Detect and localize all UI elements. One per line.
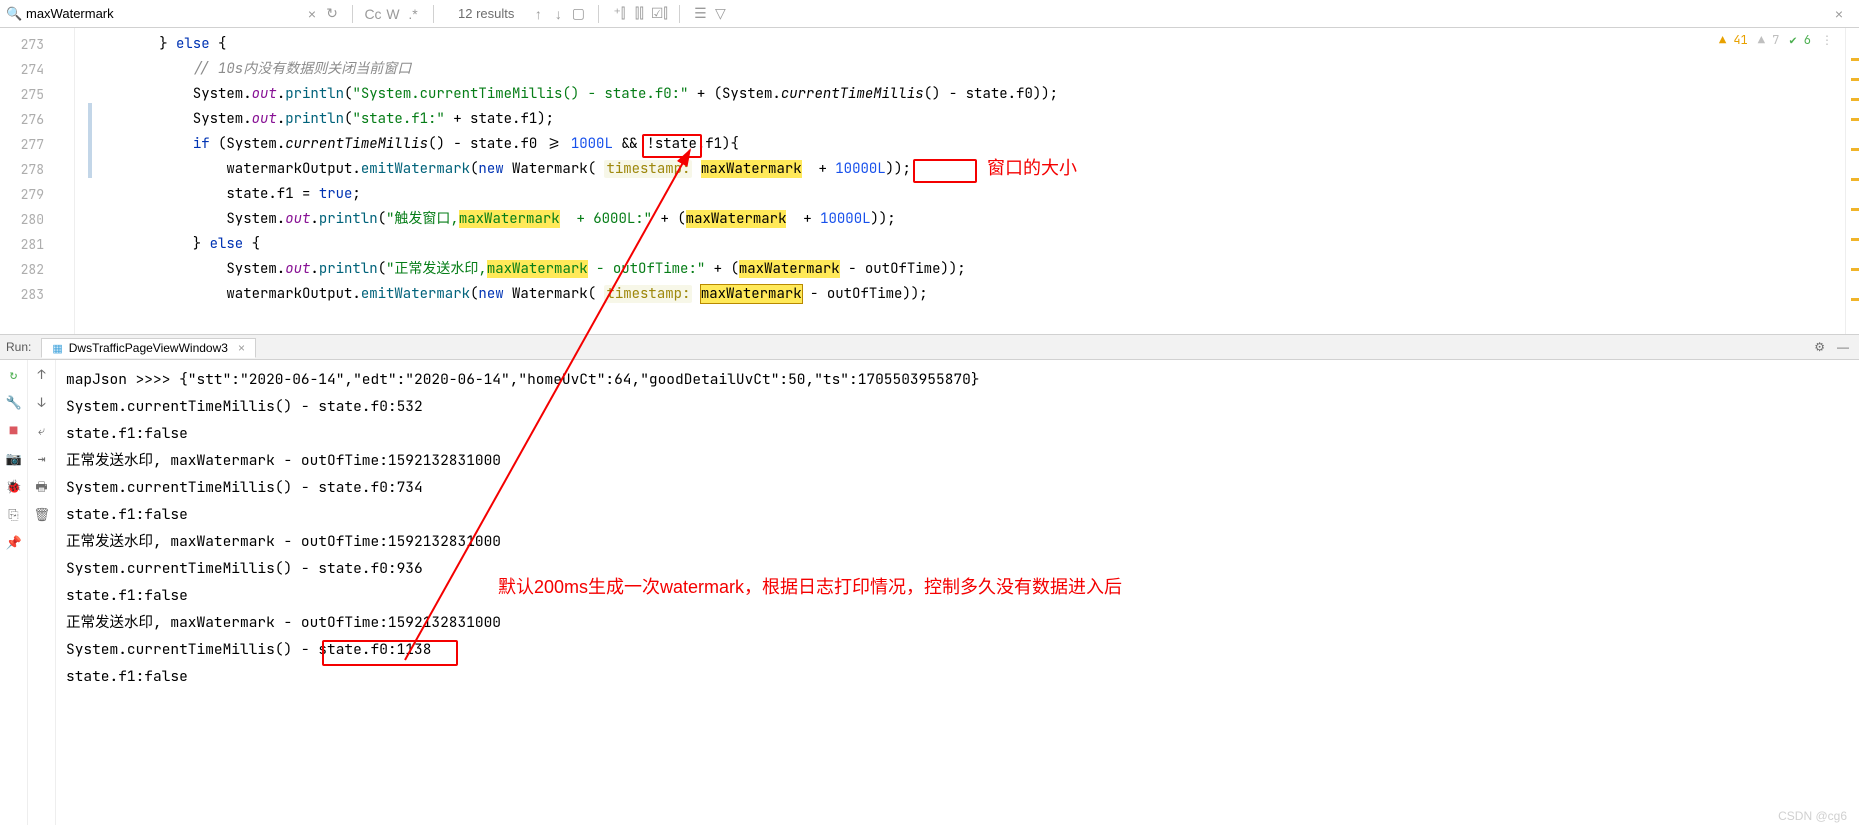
match-case-icon[interactable]: Cc: [363, 6, 383, 22]
run-toolbar-nav: ↑ ↓ ⤶ ⇥ 🖶 🗑: [28, 360, 56, 825]
run-panel: ↻ 🔧 ■ 📷 🐞 ⎘ 📌 ↑ ↓ ⤶ ⇥ 🖶 🗑 mapJson >>>> {…: [0, 360, 1859, 825]
console-line: state.f1:false: [66, 501, 1849, 528]
clear-icon[interactable]: ×: [302, 6, 322, 22]
camera-icon[interactable]: 📷: [6, 450, 22, 466]
find-bar: 🔍 × ↻ Cc W .* 12 results ↑ ↓ ▢ ⁺⫿ ⫿⫿ ☑⫿ …: [0, 0, 1859, 28]
soft-wrap-icon[interactable]: ⤶: [34, 422, 50, 438]
editor-status: ▲ 41 ▲ 7 ✔ 6 ⋮: [1719, 32, 1833, 48]
console-output[interactable]: mapJson >>>> {"stt":"2020-06-14","edt":"…: [56, 360, 1859, 825]
fold-column[interactable]: [74, 28, 88, 334]
console-line: System.currentTimeMillis() - state.f0:11…: [66, 636, 1849, 663]
annotation-label-window-size: 窗口的大小: [987, 156, 1077, 181]
exit-icon[interactable]: ⎘: [6, 506, 22, 522]
console-line: state.f1:false: [66, 663, 1849, 690]
search-icon: 🔍: [6, 6, 22, 22]
code-editor[interactable]: 273 274 275 276 277 278 279 280 281 282 …: [0, 28, 1859, 334]
prev-match-icon[interactable]: ↑: [528, 6, 548, 22]
run-tab-icon: ▦: [52, 342, 62, 355]
annotation-watermark-text: 默认200ms生成一次watermark，根据日志打印情况，控制多久没有数据进入…: [498, 574, 1122, 601]
print-icon[interactable]: 🖶: [34, 478, 50, 494]
csdn-watermark: CSDN @cg6: [1778, 809, 1847, 823]
rerun-icon[interactable]: ↻: [6, 366, 22, 382]
console-line: state.f1:false: [66, 420, 1849, 447]
words-icon[interactable]: W: [383, 6, 403, 22]
minimap[interactable]: [1845, 28, 1859, 334]
console-line: 正常发送水印, maxWatermark - outOfTime:1592132…: [66, 447, 1849, 474]
run-tab[interactable]: ▦ DwsTrafficPageViewWindow3 ×: [41, 338, 256, 358]
scroll-end-icon[interactable]: ⇥: [34, 450, 50, 466]
hide-panel-icon[interactable]: —: [1837, 340, 1849, 354]
debug-icon[interactable]: 🐞: [6, 478, 22, 494]
highlight-all-icon[interactable]: ☑⫿: [649, 5, 669, 22]
next-match-icon[interactable]: ↓: [548, 6, 568, 22]
up-icon[interactable]: ↑: [34, 366, 50, 382]
settings-icon[interactable]: ☰: [690, 5, 710, 22]
results-count: 12 results: [458, 6, 514, 21]
history-icon[interactable]: ↻: [322, 5, 342, 22]
run-tab-title: DwsTrafficPageViewWindow3: [69, 341, 228, 355]
console-line: mapJson >>>> {"stt":"2020-06-14","edt":"…: [66, 366, 1849, 393]
open-in-window-icon[interactable]: ▢: [568, 5, 588, 22]
trash-icon[interactable]: 🗑: [34, 506, 50, 522]
stop-icon[interactable]: ■: [6, 422, 22, 438]
select-all-icon[interactable]: ⫿⫿: [629, 5, 649, 22]
console-line: System.currentTimeMillis() - state.f0:73…: [66, 474, 1849, 501]
more-icon[interactable]: ⋮: [1821, 32, 1833, 48]
down-icon[interactable]: ↓: [34, 394, 50, 410]
filter-icon[interactable]: ▽: [710, 5, 730, 22]
regex-icon[interactable]: .*: [403, 6, 423, 22]
warning-weak-icon[interactable]: ▲ 7: [1758, 32, 1780, 48]
code-area[interactable]: } else { // 10s内没有数据则关闭当前窗口 System.out.p…: [92, 28, 1859, 334]
gear-icon[interactable]: ⚙: [1814, 340, 1825, 354]
pin-icon[interactable]: 📌: [6, 534, 22, 550]
add-selection-icon[interactable]: ⁺⫿: [609, 5, 629, 22]
run-label: Run:: [6, 340, 31, 354]
run-panel-header: Run: ▦ DwsTrafficPageViewWindow3 × ⚙ —: [0, 334, 1859, 360]
line-gutter: 273 274 275 276 277 278 279 280 281 282 …: [0, 28, 74, 334]
console-line: System.currentTimeMillis() - state.f0:53…: [66, 393, 1849, 420]
wrench-icon[interactable]: 🔧: [6, 394, 22, 410]
ok-icon[interactable]: ✔ 6: [1789, 32, 1811, 48]
run-toolbar-left: ↻ 🔧 ■ 📷 🐞 ⎘ 📌: [0, 360, 28, 825]
console-line: 正常发送水印, maxWatermark - outOfTime:1592132…: [66, 609, 1849, 636]
console-line: 正常发送水印, maxWatermark - outOfTime:1592132…: [66, 528, 1849, 555]
search-input[interactable]: [22, 4, 302, 23]
close-find-icon[interactable]: ×: [1829, 6, 1849, 22]
close-tab-icon[interactable]: ×: [238, 341, 245, 355]
warning-strong-icon[interactable]: ▲ 41: [1719, 32, 1748, 48]
